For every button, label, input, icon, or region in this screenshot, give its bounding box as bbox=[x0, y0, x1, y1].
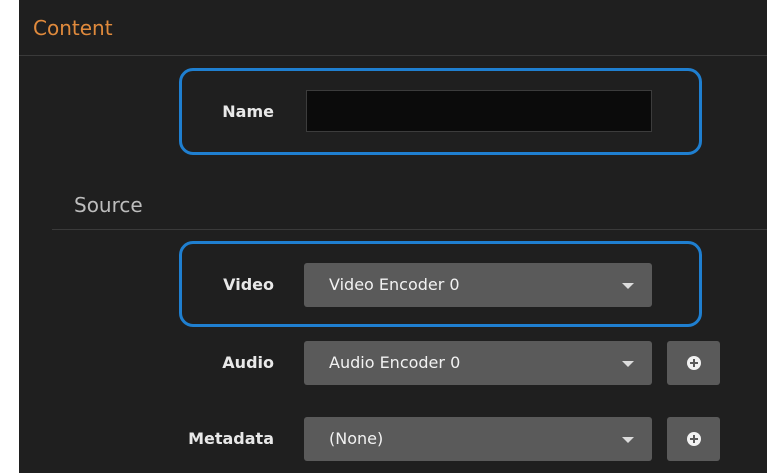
add-metadata-button[interactable] bbox=[667, 417, 720, 461]
plus-circle-icon bbox=[687, 432, 701, 446]
content-section-title: Content bbox=[33, 16, 113, 40]
chevron-down-icon bbox=[622, 361, 634, 367]
metadata-label: Metadata bbox=[188, 429, 274, 448]
video-select[interactable]: Video Encoder 0 bbox=[304, 263, 652, 307]
chevron-down-icon bbox=[622, 437, 634, 443]
metadata-select-value: (None) bbox=[329, 429, 384, 448]
metadata-select[interactable]: (None) bbox=[304, 417, 652, 461]
name-input[interactable] bbox=[306, 90, 652, 132]
audio-label: Audio bbox=[222, 353, 274, 372]
source-section-title: Source bbox=[74, 193, 143, 217]
source-divider bbox=[52, 229, 767, 230]
video-label: Video bbox=[223, 275, 274, 294]
plus-circle-icon bbox=[687, 356, 701, 370]
content-panel: Content Name Source Video Video Encoder … bbox=[19, 0, 767, 473]
video-select-value: Video Encoder 0 bbox=[329, 275, 460, 294]
chevron-down-icon bbox=[622, 283, 634, 289]
audio-select-value: Audio Encoder 0 bbox=[329, 353, 461, 372]
content-divider bbox=[19, 55, 767, 56]
audio-select[interactable]: Audio Encoder 0 bbox=[304, 341, 652, 385]
name-label: Name bbox=[222, 102, 274, 121]
add-audio-button[interactable] bbox=[667, 341, 720, 385]
